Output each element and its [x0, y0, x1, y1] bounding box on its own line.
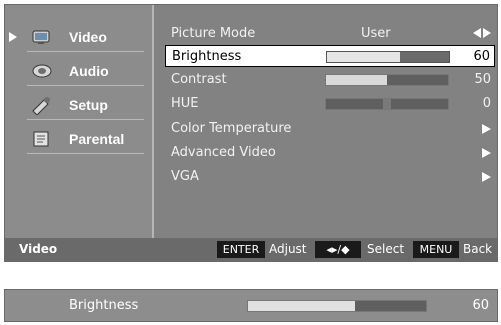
left-right-arrows-icon [473, 28, 491, 38]
brightness-value: 60 [473, 49, 490, 64]
menu-footer: Video ENTER Adjust ◂▸/◆ Select MENU Back [5, 238, 497, 261]
bottom-brightness-label: Brightness [69, 298, 139, 313]
category-sidebar: Video Audio Setup Parental [5, 5, 154, 238]
submenu-arrow-icon [482, 124, 491, 134]
sidebar-item-setup[interactable]: Setup [27, 91, 144, 120]
menu-row-vga[interactable]: VGA [165, 166, 495, 188]
select-hint: Select [367, 242, 405, 256]
footer-title: Video [19, 242, 58, 256]
menu-row-color-temperature[interactable]: Color Temperature [165, 118, 495, 140]
menu-key-badge: MENU [413, 241, 459, 258]
brightness-adjust-bar: Brightness 60 [4, 289, 498, 322]
picture-mode-value: User [361, 26, 391, 41]
contrast-slider-fill [326, 75, 387, 85]
menu-row-brightness[interactable]: Brightness 60 [165, 45, 495, 67]
bottom-brightness-slider-fill [248, 301, 355, 311]
sidebar-item-label: Parental [69, 131, 125, 147]
contrast-value: 50 [474, 72, 491, 87]
advanced-video-label: Advanced Video [171, 145, 276, 160]
submenu-arrow-icon [482, 148, 491, 158]
hue-value: 0 [482, 96, 491, 111]
enter-key-badge: ENTER [217, 241, 265, 258]
sidebar-item-video[interactable]: Video [27, 23, 144, 52]
menu-row-advanced-video[interactable]: Advanced Video [165, 142, 495, 164]
parental-icon [27, 128, 57, 150]
menu-row-contrast[interactable]: Contrast 50 [165, 69, 495, 91]
hue-label: HUE [171, 96, 199, 111]
sidebar-item-label: Setup [69, 97, 108, 113]
video-settings-panel: Video Audio Setup Parental Picture Mode … [4, 4, 498, 262]
sidebar-item-parental[interactable]: Parental [27, 125, 144, 154]
back-hint: Back [463, 242, 493, 256]
nav-key-badge: ◂▸/◆ [315, 241, 361, 258]
brightness-slider-fill [327, 52, 401, 62]
hue-slider[interactable] [325, 98, 449, 110]
sidebar-item-label: Video [69, 29, 107, 45]
picture-mode-label: Picture Mode [171, 26, 256, 41]
contrast-slider[interactable] [325, 74, 449, 86]
brightness-slider[interactable] [326, 51, 450, 63]
hue-slider-marker [383, 99, 391, 109]
audio-icon [27, 60, 57, 82]
selected-category-arrow-icon [9, 32, 17, 42]
vga-label: VGA [171, 169, 199, 184]
sidebar-item-audio[interactable]: Audio [27, 57, 144, 86]
adjust-hint: Adjust [269, 242, 307, 256]
video-icon [27, 26, 57, 48]
color-temperature-label: Color Temperature [171, 121, 292, 136]
setup-icon [27, 94, 57, 116]
menu-row-hue[interactable]: HUE 0 [165, 93, 495, 115]
sidebar-item-label: Audio [69, 63, 109, 79]
menu-row-picture-mode[interactable]: Picture Mode User [165, 23, 495, 45]
bottom-brightness-value: 60 [472, 298, 489, 313]
brightness-label: Brightness [172, 49, 242, 64]
contrast-label: Contrast [171, 72, 227, 87]
submenu-arrow-icon [482, 172, 491, 182]
bottom-brightness-slider[interactable] [247, 300, 427, 312]
